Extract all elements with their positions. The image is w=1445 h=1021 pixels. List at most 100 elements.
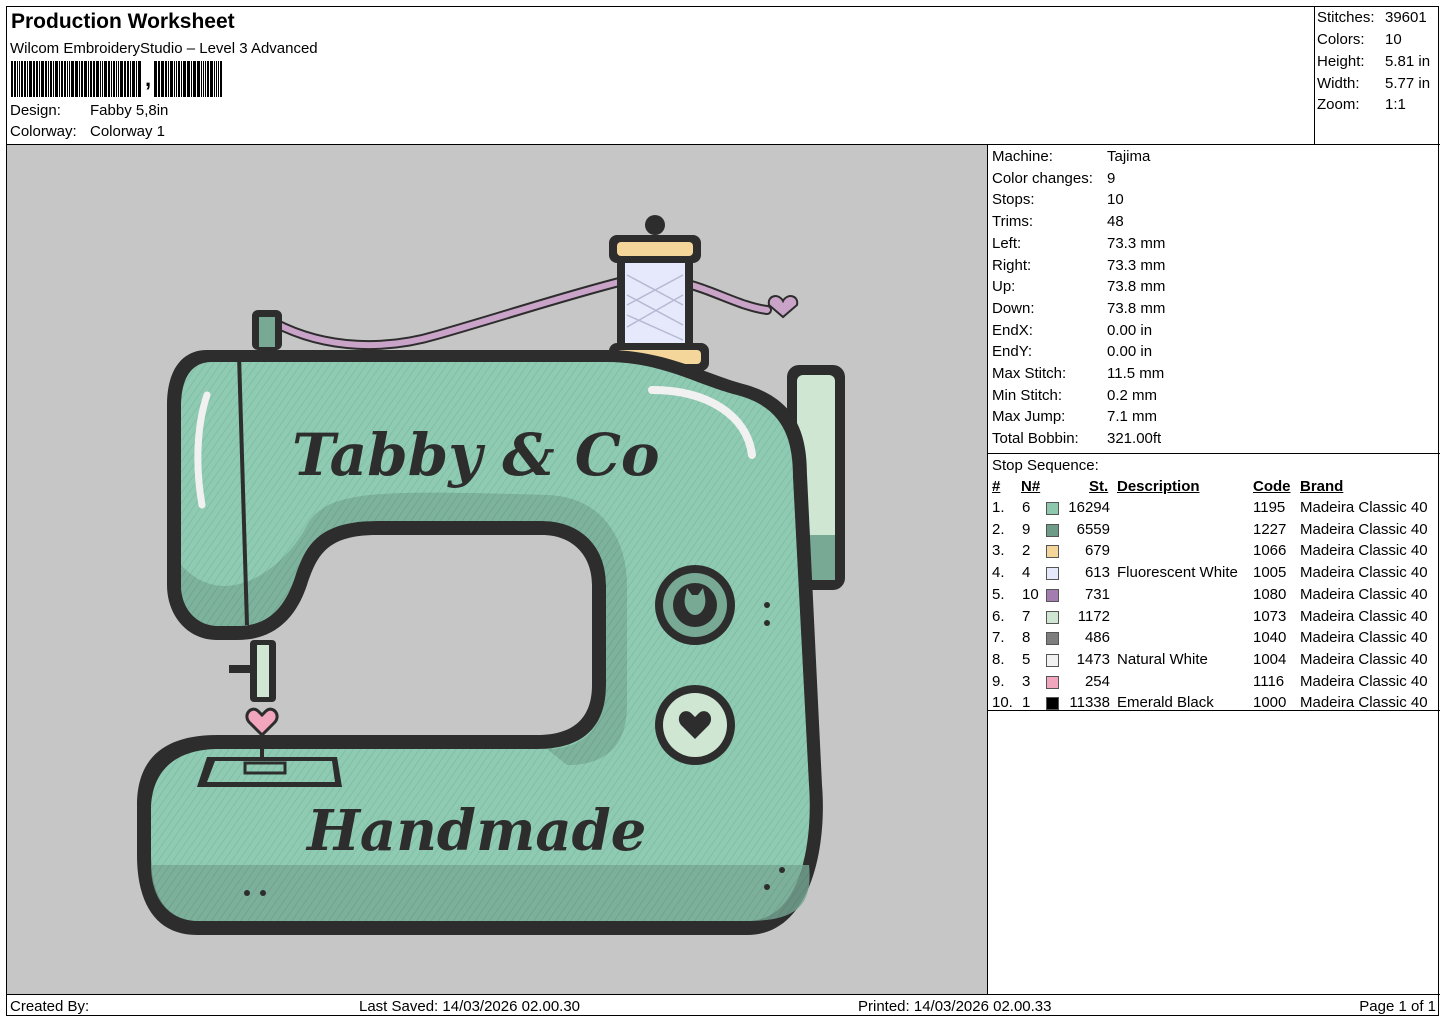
- stat-height: Height: 5.81 in: [1317, 53, 1437, 70]
- barcode-bar: [210, 61, 214, 97]
- stop-sequence-row: 9. 3 254 1116 Madeira Classic 40: [988, 673, 1440, 694]
- col-stitches: St.: [1089, 478, 1109, 495]
- stop-sequence-row: 8. 5 1473 Natural White 1004 Madeira Classic …: [988, 651, 1440, 672]
- needle-heart-icon: [245, 707, 279, 738]
- barcode-bar: [174, 61, 176, 97]
- color-swatch: [1046, 610, 1059, 624]
- row-stitches: 731: [1084, 585, 1110, 603]
- stat-value: 10: [1385, 31, 1402, 48]
- software-name: Wilcom EmbroideryStudio – Level 3 Advanc…: [10, 40, 318, 57]
- info-value: 9: [1107, 169, 1116, 187]
- barcode-bar: [104, 61, 107, 97]
- barcode-bar: [67, 61, 68, 97]
- info-value: 11.5 mm: [1107, 365, 1165, 382]
- color-swatch: [1046, 588, 1059, 602]
- barcode-bar: [64, 61, 66, 97]
- row-stitches: 16294: [1068, 499, 1110, 516]
- row-stitches: 1172: [1077, 607, 1110, 625]
- color-swatch: [1046, 675, 1059, 689]
- row-needle: 6: [1022, 499, 1031, 516]
- spool-top: [617, 242, 693, 256]
- stat-value: 5.81 in: [1385, 53, 1431, 70]
- barcode-bar: [201, 61, 203, 97]
- stop-sequence-row: 3. 2 679 1066 Madeira Classic 40: [988, 542, 1440, 563]
- stat-stitches: Stitches: 39601: [1317, 9, 1437, 26]
- stat-value: 1:1: [1385, 96, 1406, 113]
- info-value: 73.3 mm: [1107, 234, 1166, 252]
- barcode-bar: [33, 61, 35, 97]
- presser-foot-bar: [229, 665, 251, 673]
- col-brand: Brand: [1300, 478, 1344, 495]
- row-description: Fluorescent White: [1117, 564, 1238, 582]
- row-stitches: 486: [1084, 629, 1110, 647]
- barcode-bar: [118, 61, 119, 97]
- design-label: Design:: [10, 102, 61, 119]
- barcode-bar: [50, 61, 52, 97]
- stat-value: 5.77 in: [1385, 75, 1431, 92]
- stat-colors: Colors: 10: [1317, 31, 1437, 48]
- worksheet-frame: Production Worksheet Wilcom EmbroiderySt…: [6, 6, 1440, 1016]
- row-code: 1000: [1253, 694, 1287, 712]
- barcode-bar: [27, 61, 28, 97]
- barcode-bar: [39, 61, 40, 97]
- barcode-bar: [48, 61, 49, 97]
- info-label: EndY:: [992, 343, 1033, 361]
- info-row: Right: 73.3 mm: [992, 257, 1165, 274]
- sewing-machine-embroidery: Tabby & Co Handmade: [137, 215, 845, 935]
- barcode-bar: [138, 61, 141, 97]
- barcode-bar: [88, 61, 89, 97]
- design-text-top: Tabby & Co: [292, 421, 660, 489]
- row-num: 9.: [992, 672, 1005, 690]
- stop-sequence-row: 2. 9 6559 1227 Madeira Classic 40: [988, 521, 1440, 542]
- color-swatch: [1046, 545, 1059, 559]
- row-code: 1040: [1253, 629, 1287, 647]
- info-label: Max Stitch:: [992, 365, 1067, 382]
- thread: [272, 275, 770, 349]
- col-needle: N#: [1021, 478, 1041, 495]
- row-brand: Madeira Classic 40: [1300, 607, 1428, 625]
- barcode-bar: [120, 61, 123, 97]
- barcode-bar: [187, 61, 191, 97]
- row-num: 4.: [992, 564, 1005, 582]
- info-value: 321.00ft: [1107, 430, 1162, 448]
- barcode-bar: [84, 61, 87, 97]
- stat-label: Colors:: [1317, 31, 1365, 48]
- barcode-bar: [178, 61, 181, 97]
- barcode-bar: [183, 61, 187, 97]
- dot: [779, 867, 785, 873]
- info-row: Machine: Tajima: [992, 148, 1150, 165]
- stat-label: Width:: [1317, 75, 1360, 92]
- info-label: Color changes:: [992, 169, 1093, 187]
- dot: [764, 620, 770, 626]
- info-value: 7.1 mm: [1107, 408, 1158, 426]
- info-value: 48: [1107, 213, 1124, 231]
- barcode-bar: [19, 61, 20, 97]
- row-needle: 9: [1022, 520, 1031, 538]
- stat-label: Zoom:: [1317, 96, 1360, 113]
- barcode-separator: ,: [145, 66, 152, 91]
- stop-sequence-row: 5. 10 731 1080 Madeira Classic 40: [988, 586, 1440, 607]
- barcode-bar: [154, 61, 158, 97]
- barcode-bar: [168, 61, 170, 97]
- row-stitches: 1473: [1076, 650, 1110, 668]
- row-num: 8.: [992, 650, 1005, 668]
- col-num: #: [992, 478, 1001, 495]
- stop-sequence-row: 6. 7 1172 1073 Madeira Classic 40: [988, 608, 1440, 629]
- info-row: Max Jump: 7.1 mm: [992, 408, 1157, 425]
- dot: [764, 602, 770, 608]
- design-preview[interactable]: Tabby & Co Handmade: [7, 144, 988, 994]
- barcode-bar: [59, 61, 60, 97]
- info-value: 0.00 in: [1107, 343, 1153, 361]
- page-number: Page 1 of 1: [1359, 998, 1436, 1015]
- row-description: Emerald Black: [1117, 694, 1214, 712]
- info-label: Stops:: [992, 191, 1035, 209]
- barcode-bar: [197, 61, 201, 97]
- row-stitches: 679: [1084, 542, 1110, 560]
- row-brand: Madeira Classic 40: [1300, 650, 1428, 668]
- row-num: 3.: [992, 542, 1005, 560]
- info-row: Trims: 48: [992, 213, 1124, 230]
- info-row: Color changes: 9: [992, 170, 1115, 187]
- info-label: Down:: [992, 299, 1035, 317]
- dot: [244, 890, 250, 896]
- spool-pin: [645, 215, 665, 235]
